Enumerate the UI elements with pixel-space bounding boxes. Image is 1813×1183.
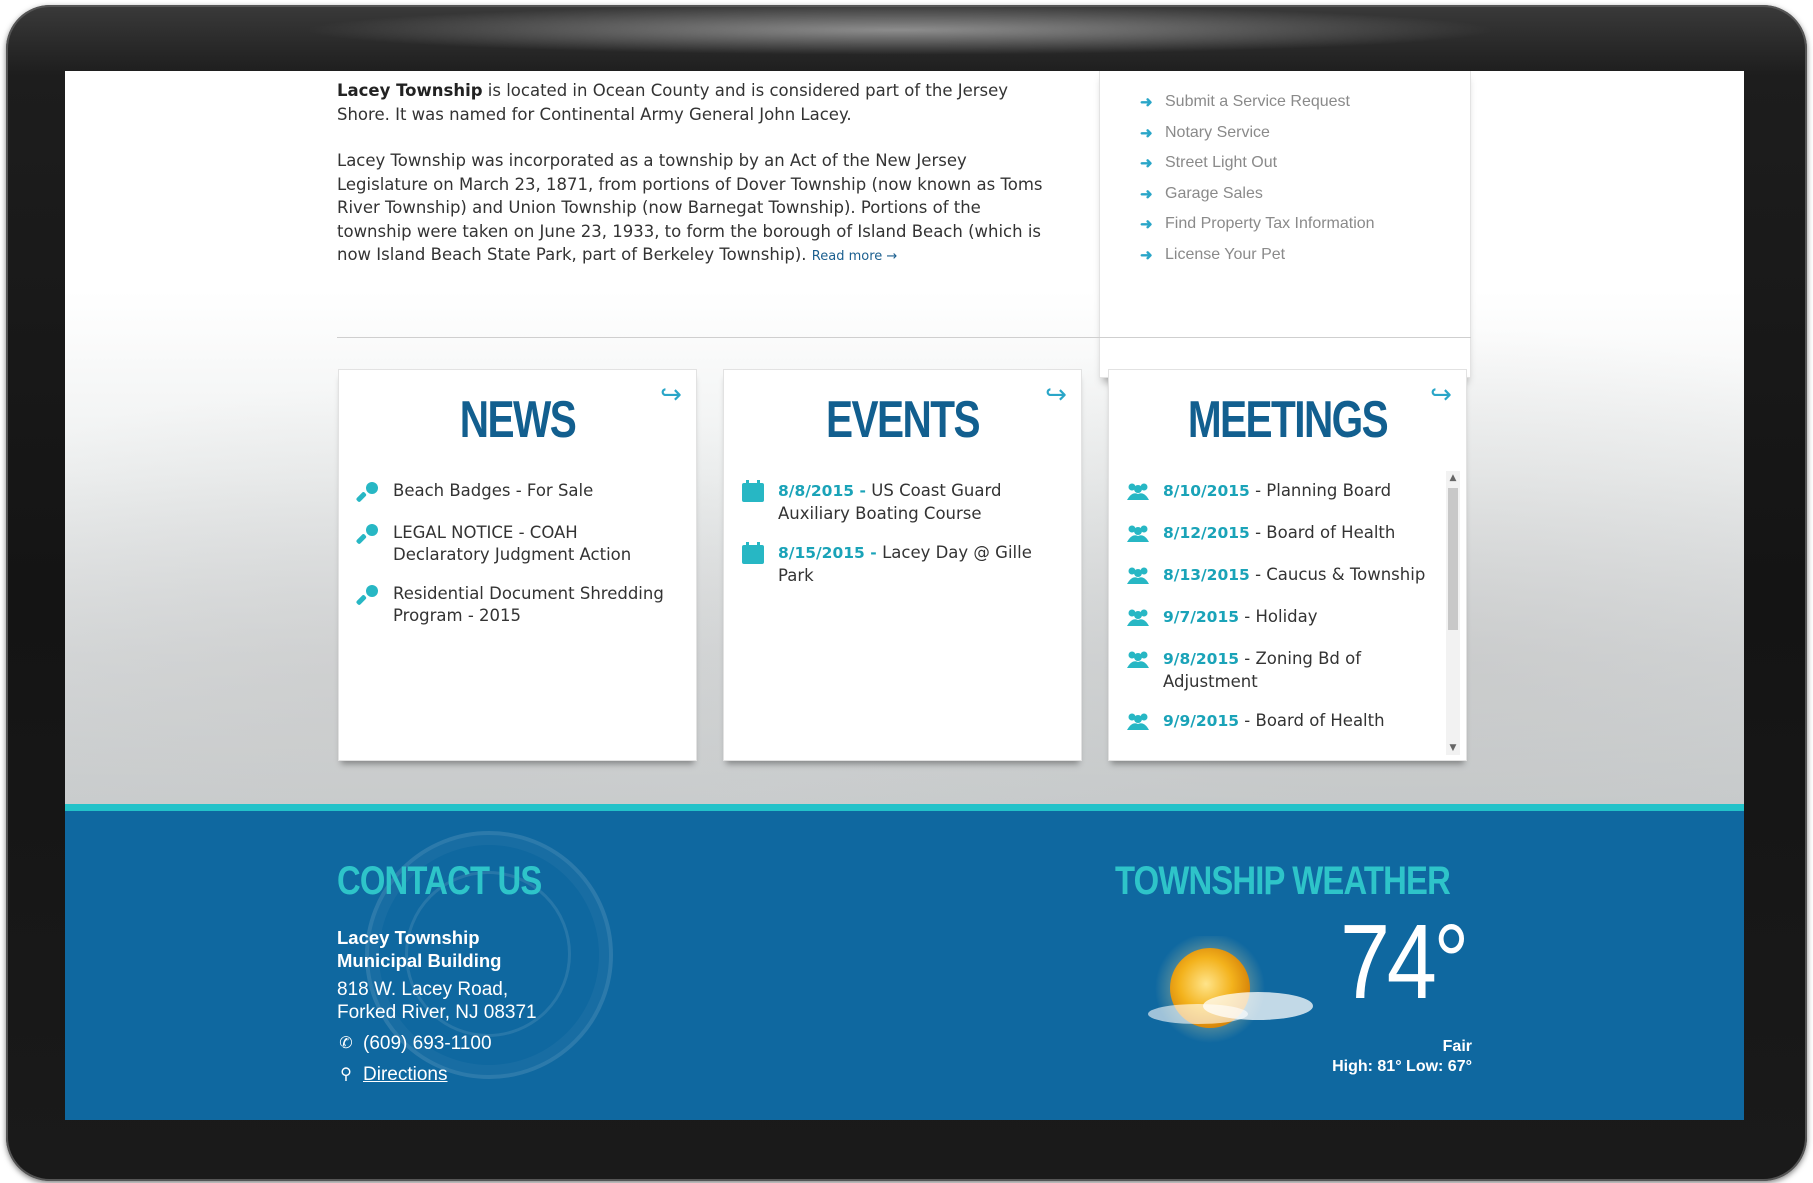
arrow-right-icon: ➜: [1140, 185, 1153, 203]
arrow-right-icon: ➜: [1140, 124, 1153, 142]
events-list: 8/8/2015 - US Coast Guard Auxiliary Boat…: [740, 479, 1059, 604]
calendar-icon: [740, 541, 766, 566]
arrow-right-icon: ➜: [1140, 94, 1153, 112]
events-card: EVENTS ↪ 8/8/2015 - US Coast Guard Auxil…: [723, 369, 1082, 761]
service-link[interactable]: ➜ Street Light Out: [1140, 148, 1470, 179]
condition-text: Fair: [1442, 1038, 1472, 1055]
microphone-icon: [355, 583, 381, 607]
news-item[interactable]: Residential Document Shredding Program -…: [355, 583, 674, 626]
meetings-card: MEETINGS ↪ 8/10/2015 - Planning Board 8/…: [1108, 369, 1467, 761]
news-item[interactable]: Beach Badges - For Sale: [355, 480, 674, 504]
share-arrow-icon[interactable]: ↪: [656, 382, 686, 408]
high-low-text: High: 81° Low: 67°: [1332, 1058, 1472, 1075]
intro-title: Lacey Township: [337, 81, 483, 100]
weather-condition: Fair High: 81° Low: 67°: [1332, 1037, 1472, 1077]
group-icon: [1125, 480, 1151, 504]
share-arrow-icon[interactable]: ↪: [1426, 382, 1456, 408]
group-icon: [1125, 606, 1151, 630]
meeting-item[interactable]: 9/7/2015 - Holiday: [1125, 606, 1436, 630]
event-item[interactable]: 8/15/2015 - Lacey Day @ Gille Park: [740, 541, 1059, 586]
screen: Lacey Township is located in Ocean Count…: [65, 71, 1744, 1120]
meeting-item[interactable]: 9/8/2015 - Zoning Bd of Adjustment: [1125, 648, 1436, 692]
directions-link[interactable]: Directions: [363, 1063, 447, 1086]
meetings-scrollbar[interactable]: ▲ ▼: [1446, 471, 1460, 755]
meetings-title: MEETINGS: [1187, 391, 1389, 449]
service-link[interactable]: ➜ Garage Sales: [1140, 179, 1470, 210]
footer-accent-line: [65, 804, 1744, 811]
microphone-icon: [355, 480, 381, 504]
footer: CONTACT US Lacey Township Municipal Buil…: [65, 811, 1744, 1120]
read-more-link[interactable]: Read more →: [812, 249, 898, 264]
address-line2: Forked River, NJ 08371: [337, 1002, 537, 1023]
address-line1: 818 W. Lacey Road,: [337, 979, 509, 1000]
service-link[interactable]: ➜ Notary Service: [1140, 118, 1470, 149]
section-divider: [337, 337, 1471, 338]
temperature: 74°: [1340, 903, 1469, 1021]
weather-title: TOWNSHIP WEATHER: [1115, 859, 1451, 903]
scroll-thumb[interactable]: [1448, 488, 1458, 630]
service-link[interactable]: ➜ Find Property Tax Information: [1140, 209, 1470, 240]
sunny-cloud-icon: [1128, 933, 1328, 1046]
contact-info: Lacey Township Municipal Building 818 W.…: [337, 926, 537, 1086]
news-list: Beach Badges - For Sale LEGAL NOTICE - C…: [355, 480, 674, 644]
arrow-right-icon: ➜: [1140, 216, 1153, 234]
meeting-item[interactable]: 9/9/2015 - Board of Health: [1125, 710, 1436, 734]
phone-row[interactable]: ✆ (609) 693-1100: [337, 1032, 537, 1055]
group-icon: [1125, 648, 1151, 672]
phone-icon: ✆: [339, 1035, 353, 1052]
group-icon: [1125, 710, 1151, 734]
intro-text: Lacey Township is located in Ocean Count…: [337, 79, 1047, 292]
directions-row: ⚲ Directions: [337, 1063, 537, 1086]
event-item[interactable]: 8/8/2015 - US Coast Guard Auxiliary Boat…: [740, 479, 1059, 524]
service-link[interactable]: ➜ Submit a Service Request: [1140, 87, 1470, 118]
calendar-icon: [740, 479, 766, 504]
map-pin-icon: ⚲: [340, 1066, 352, 1083]
meeting-item[interactable]: 8/13/2015 - Caucus & Township: [1125, 564, 1436, 588]
contact-org-line1: Lacey Township: [337, 927, 480, 948]
news-title: NEWS: [459, 391, 577, 449]
phone-number: (609) 693-1100: [363, 1033, 492, 1054]
service-link[interactable]: ➜ License Your Pet: [1140, 240, 1470, 271]
meeting-item[interactable]: 8/12/2015 - Board of Health: [1125, 522, 1436, 546]
news-item[interactable]: LEGAL NOTICE - COAH Declaratory Judgment…: [355, 522, 674, 565]
contact-title: CONTACT US: [337, 859, 542, 903]
group-icon: [1125, 522, 1151, 546]
meetings-list: 8/10/2015 - Planning Board 8/12/2015 - B…: [1125, 480, 1436, 752]
content-area: Lacey Township is located in Ocean Count…: [65, 71, 1744, 804]
contact-org-line2: Municipal Building: [337, 950, 502, 971]
scroll-down-arrow-icon[interactable]: ▼: [1446, 741, 1460, 755]
arrow-right-icon: ➜: [1140, 155, 1153, 173]
services-panel: ➜ Submit a Service Request ➜ Notary Servic…: [1099, 71, 1471, 378]
microphone-icon: [355, 522, 381, 546]
meeting-item[interactable]: 8/10/2015 - Planning Board: [1125, 480, 1436, 504]
group-icon: [1125, 564, 1151, 588]
news-card: NEWS ↪ Beach Badges - For Sale LEGAL NOT…: [338, 369, 697, 761]
arrow-right-icon: ➜: [1140, 246, 1153, 264]
intro-p2: Lacey Township was incorporated as a tow…: [337, 151, 1043, 264]
scroll-up-arrow-icon[interactable]: ▲: [1446, 471, 1460, 485]
events-title: EVENTS: [826, 391, 980, 449]
share-arrow-icon[interactable]: ↪: [1041, 382, 1071, 408]
